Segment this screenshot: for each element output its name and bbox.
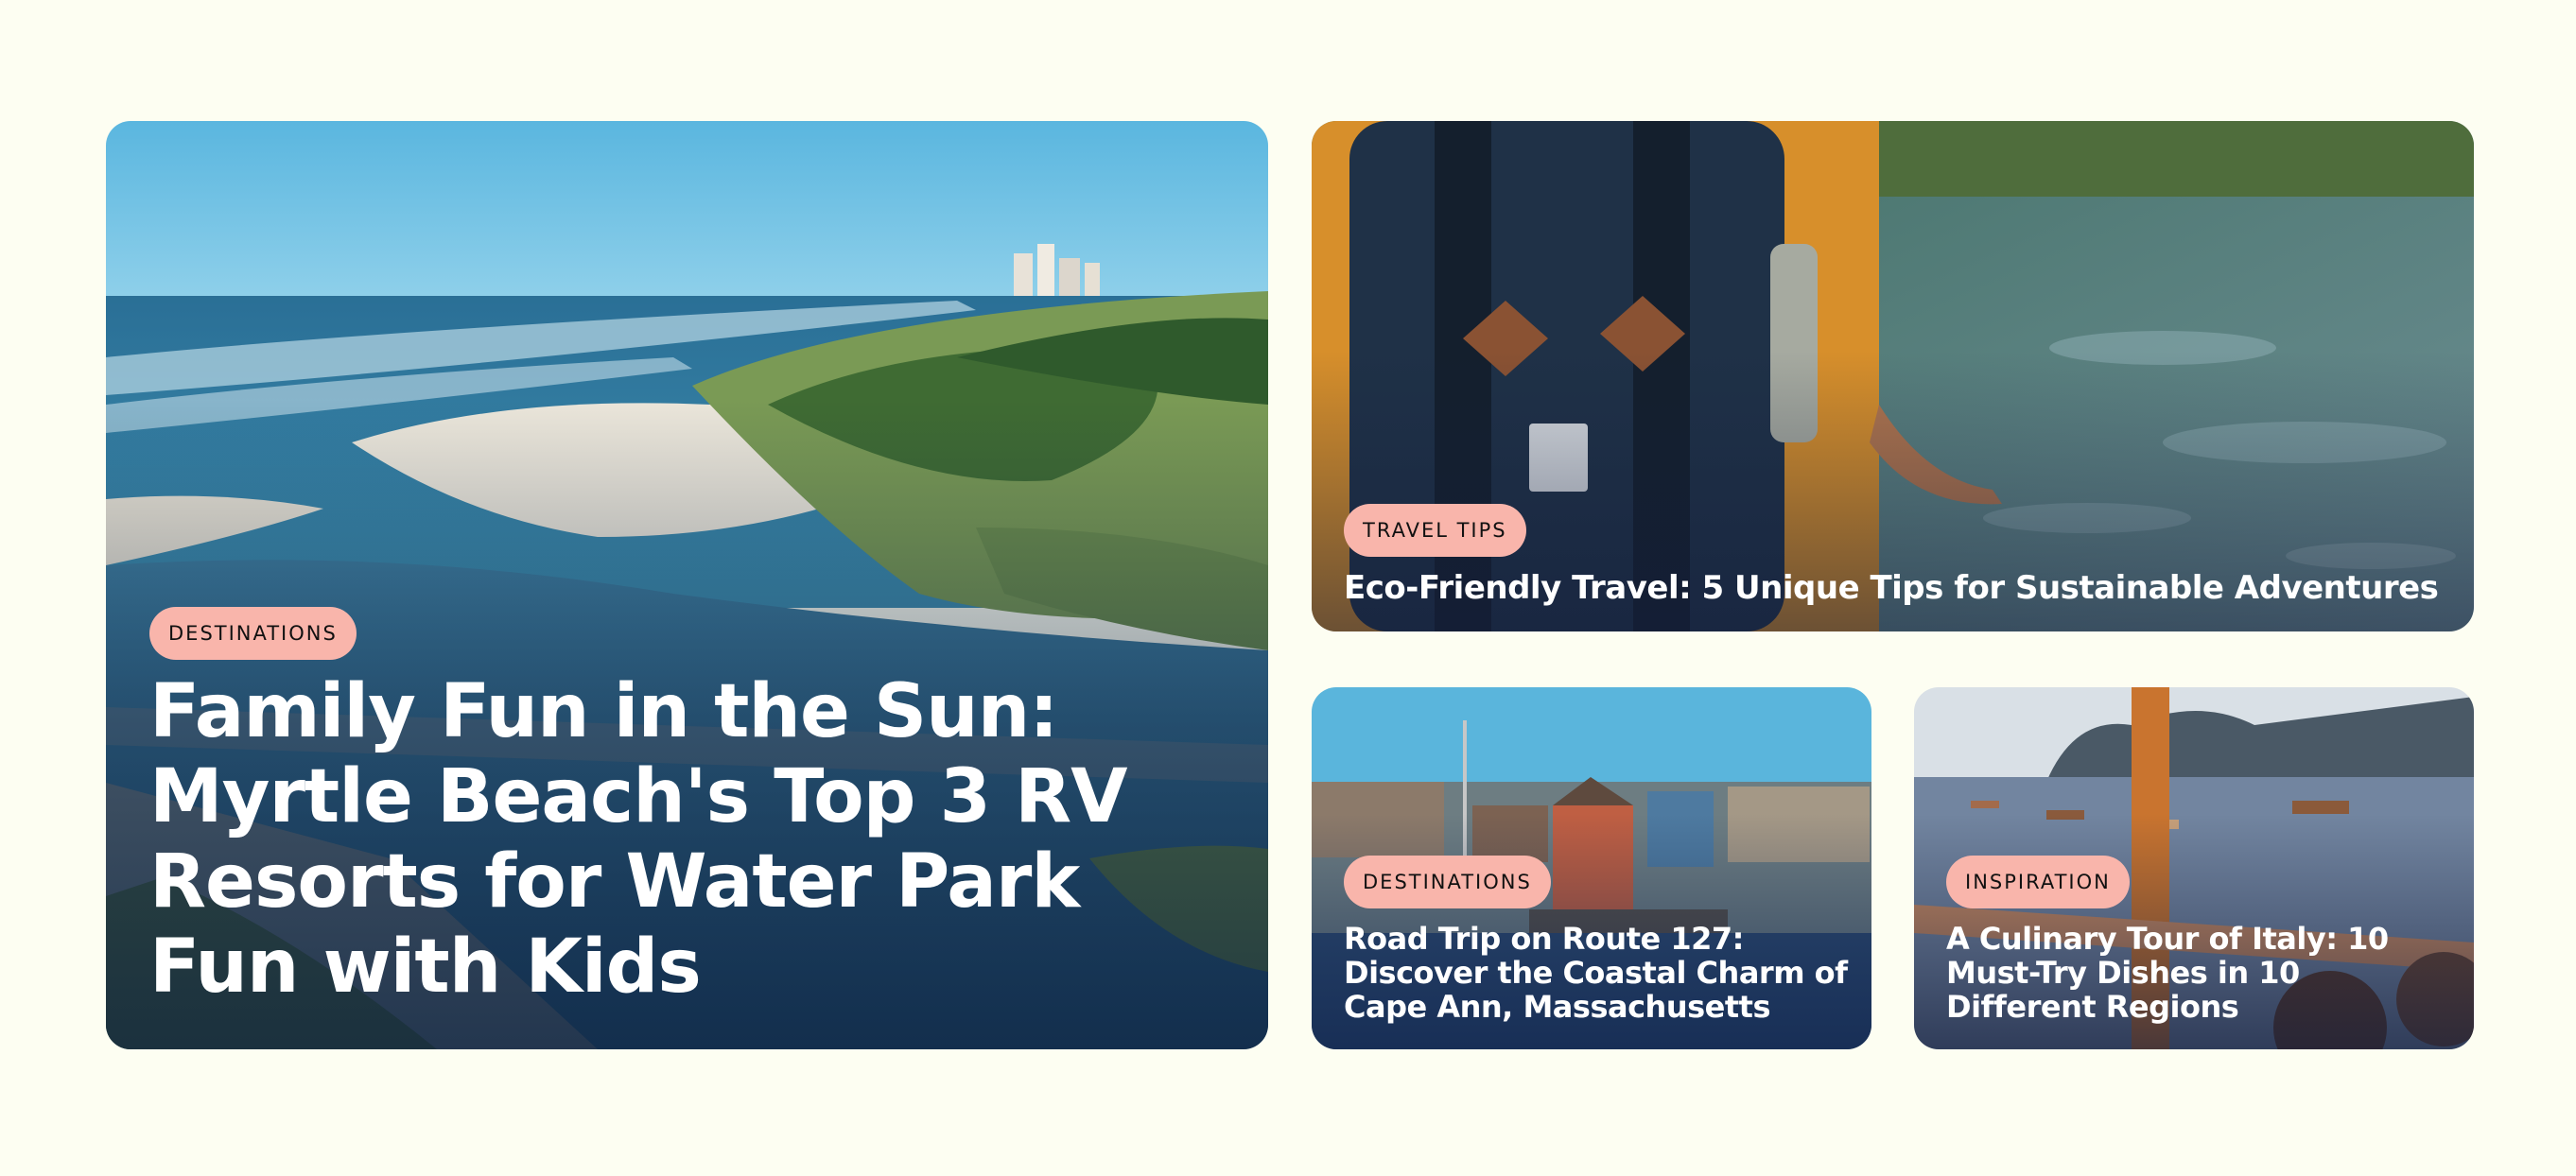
article-title[interactable]: A Culinary Tour of Italy: 10 Must-Try Di… xyxy=(1946,922,2457,1024)
article-title[interactable]: Road Trip on Route 127: Discover the Coa… xyxy=(1344,922,1854,1024)
category-badge[interactable]: DESTINATIONS xyxy=(149,607,357,660)
eco-travel-article-card[interactable]: TRAVEL TIPS Eco-Friendly Travel: 5 Uniqu… xyxy=(1312,121,2474,631)
article-title[interactable]: Eco-Friendly Travel: 5 Unique Tips for S… xyxy=(1344,569,2441,607)
featured-article-card[interactable]: DESTINATIONS Family Fun in the Sun: Myrt… xyxy=(106,121,1268,1049)
category-badge[interactable]: TRAVEL TIPS xyxy=(1344,504,1526,557)
italy-culinary-article-card[interactable]: INSPIRATION A Culinary Tour of Italy: 10… xyxy=(1914,687,2474,1049)
article-title[interactable]: Family Fun in the Sun: Myrtle Beach's To… xyxy=(149,669,1227,1010)
category-badge[interactable]: DESTINATIONS xyxy=(1344,856,1551,908)
route-127-article-card[interactable]: DESTINATIONS Road Trip on Route 127: Dis… xyxy=(1312,687,1871,1049)
category-badge[interactable]: INSPIRATION xyxy=(1946,856,2130,908)
